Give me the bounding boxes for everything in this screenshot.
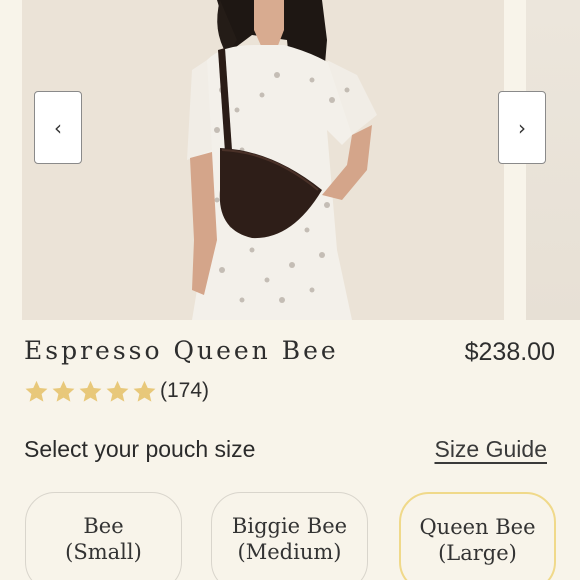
size-guide-link[interactable]: Size Guide <box>434 436 547 463</box>
size-option-name: Bee <box>83 514 124 538</box>
size-option-name: Queen Bee <box>419 515 536 539</box>
size-option-name: Biggie Bee <box>231 514 348 538</box>
size-option-size: (Large) <box>438 541 517 566</box>
star-rating <box>24 379 157 404</box>
product-title: Espresso Queen Bee <box>24 336 339 365</box>
next-image-button[interactable]: › <box>498 91 546 164</box>
product-price: $238.00 <box>464 338 555 366</box>
size-option-biggie-bee[interactable]: Biggie Bee (Medium) <box>211 492 368 580</box>
product-gallery: ‹ › <box>0 0 580 320</box>
size-option-queen-bee[interactable]: Queen Bee (Large) <box>399 492 556 580</box>
product-rating[interactable]: (174) <box>24 376 209 406</box>
size-selector-label: Select your pouch size <box>24 436 256 462</box>
chevron-right-icon: › <box>518 115 526 140</box>
size-option-size: (Small) <box>65 540 142 565</box>
star-icon <box>79 380 102 402</box>
product-photo-image <box>22 0 504 320</box>
star-icon <box>106 380 129 402</box>
star-icon <box>133 380 156 402</box>
star-icon <box>52 380 75 402</box>
previous-image-button[interactable]: ‹ <box>34 91 82 164</box>
product-photo <box>22 0 504 320</box>
star-icon <box>25 380 48 402</box>
size-option-bee[interactable]: Bee (Small) <box>25 492 182 580</box>
chevron-left-icon: ‹ <box>54 115 62 140</box>
review-count[interactable]: (174) <box>160 379 209 403</box>
size-option-size: (Medium) <box>237 540 342 565</box>
